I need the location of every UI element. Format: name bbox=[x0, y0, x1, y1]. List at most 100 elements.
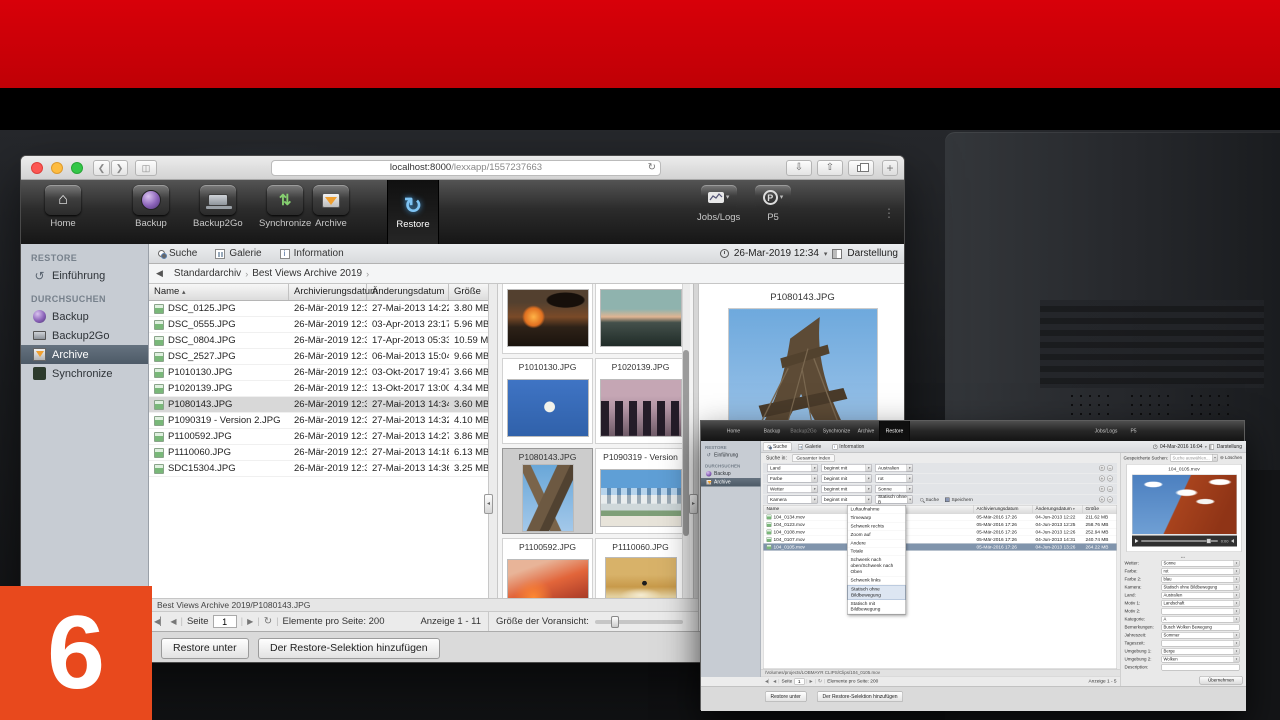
view-tab[interactable]: Galerie bbox=[206, 244, 270, 263]
metadata-input[interactable]: Berge ▾ bbox=[1162, 648, 1240, 655]
dropdown-option[interactable]: Schwenk rechts bbox=[848, 522, 906, 530]
add-criteria-button[interactable]: + bbox=[1099, 486, 1105, 492]
table-row[interactable]: P1100592.JPG 26-Mär-2019 12:34 27-Mai-20… bbox=[149, 429, 488, 445]
criteria-value-select[interactable]: Sonne▾ bbox=[875, 485, 913, 493]
view-tab[interactable]: Galerie bbox=[794, 443, 826, 452]
column-header-size[interactable]: Größe bbox=[449, 284, 488, 300]
sidebar-item[interactable]: Backup bbox=[21, 307, 148, 326]
search-scope-chip[interactable]: Gesamter Index bbox=[792, 454, 835, 462]
gallery-item[interactable]: P1080143.JPG bbox=[502, 448, 593, 534]
page-input[interactable] bbox=[213, 615, 237, 628]
add-to-restore-selection-button[interactable]: Der Restore-Selektion hinzufügen bbox=[258, 638, 440, 659]
sidebar-item-einfuehrung[interactable]: ↺ Einführung bbox=[21, 266, 148, 285]
tab-overview-button[interactable] bbox=[848, 160, 874, 176]
sidebar-toggle-button[interactable]: ◫ bbox=[135, 160, 157, 176]
column-header-modified[interactable]: Änderungsdatum ▾ bbox=[1033, 506, 1083, 514]
add-criteria-button[interactable]: + bbox=[1099, 497, 1105, 503]
column-header-size[interactable]: Größe bbox=[1083, 506, 1116, 514]
dropdown-option[interactable]: Statisch mit Bildbewegung bbox=[848, 600, 906, 614]
toolbar-item-restore-active[interactable]: ↻ Restore bbox=[387, 180, 439, 244]
gallery-scrollbar[interactable] bbox=[682, 284, 690, 598]
thumbnail-image[interactable] bbox=[507, 559, 589, 599]
gallery-item[interactable] bbox=[502, 284, 593, 354]
metadata-input[interactable]: Sommer ▾ bbox=[1162, 632, 1240, 639]
saved-search-select[interactable]: Suche auswählen... ▾ bbox=[1170, 454, 1218, 462]
remove-criteria-button[interactable]: − bbox=[1107, 465, 1113, 471]
thumbnail-image[interactable] bbox=[600, 379, 682, 437]
metadata-input[interactable]: ▾ bbox=[1162, 664, 1240, 671]
criteria-operator-select[interactable]: beginnt mit▾ bbox=[821, 475, 872, 483]
mini-toolbar-p5[interactable]: P5 bbox=[1125, 421, 1142, 441]
downloads-button[interactable]: ⇩ bbox=[786, 160, 812, 176]
metadata-input[interactable]: Landschaft ▾ bbox=[1162, 600, 1240, 607]
column-header-modified[interactable]: Änderungsdatum bbox=[367, 284, 449, 300]
dropdown-option[interactable]: Zoom auf bbox=[848, 531, 906, 539]
reload-icon[interactable]: ↻ bbox=[648, 161, 656, 175]
table-row[interactable]: P1110060.JPG 26-Mär-2019 12:34 27-Mai-20… bbox=[149, 445, 488, 461]
archive-date-selector[interactable]: 26-Mar-2019 12:34 bbox=[734, 248, 819, 259]
archive-date-selector[interactable]: 04-Mar-2016 16:04 bbox=[1160, 444, 1203, 450]
view-tab[interactable]: Information bbox=[828, 443, 869, 452]
speaker-icon[interactable] bbox=[1231, 539, 1234, 543]
remove-criteria-button[interactable]: − bbox=[1107, 476, 1113, 482]
mini-toolbar-backup2go[interactable]: Backup2Go bbox=[787, 421, 820, 441]
sidebar-item[interactable]: Archive bbox=[701, 478, 761, 487]
apply-button[interactable]: Übernehmen bbox=[1200, 676, 1243, 685]
mini-toolbar-synchronize[interactable]: Synchronize bbox=[820, 421, 853, 441]
zoom-window-button[interactable] bbox=[71, 162, 83, 174]
breadcrumb-root[interactable]: Standardarchiv bbox=[170, 268, 245, 279]
dropdown-option[interactable]: Schwenk nach oben/Schwenk nach Oben bbox=[848, 556, 906, 576]
view-tab[interactable]: Information bbox=[271, 244, 353, 263]
metadata-input[interactable]: Sonne ▾ bbox=[1162, 560, 1240, 567]
next-page-button[interactable]: ▶ bbox=[810, 679, 813, 684]
close-window-button[interactable] bbox=[31, 162, 43, 174]
remove-criteria-button[interactable]: − bbox=[1107, 497, 1113, 503]
sidebar-item[interactable]: Synchronize bbox=[21, 364, 148, 383]
thumbnail-image[interactable] bbox=[522, 464, 574, 532]
mini-toolbar-backup[interactable]: Backup bbox=[757, 421, 787, 441]
add-to-restore-selection-button[interactable]: Der Restore-Selektion hinzufügen bbox=[817, 692, 903, 703]
metadata-input[interactable]: A ▾ bbox=[1162, 616, 1240, 623]
first-page-button[interactable]: ◀▏ bbox=[154, 617, 166, 626]
refresh-icon[interactable]: ↻ bbox=[818, 679, 822, 685]
criteria-value-select[interactable]: Australien▾ bbox=[875, 464, 913, 472]
darstellung-button[interactable]: Darstellung bbox=[847, 248, 898, 259]
criteria-operator-select[interactable]: beginnt mit▾ bbox=[821, 496, 872, 504]
next-page-button[interactable]: ▶ bbox=[247, 617, 253, 626]
table-row[interactable]: 104_0123.mov 05-Mär-2016 17:26 04-Jun-20… bbox=[764, 521, 1117, 529]
toolbar-item-jobs-logs[interactable]: ▾ Jobs/Logs bbox=[697, 185, 740, 223]
metadata-input[interactable]: Australien ▾ bbox=[1162, 592, 1240, 599]
table-row[interactable]: 104_0134.mov 05-Mär-2016 17:26 04-Jun-20… bbox=[764, 514, 1117, 522]
dropdown-option[interactable]: Statisch ohne Bildbewegung bbox=[848, 585, 906, 600]
criteria-operator-select[interactable]: beginnt mit▾ bbox=[821, 464, 872, 472]
toolbar-item-home[interactable]: ⌂ Home bbox=[45, 185, 81, 229]
table-scrollbar[interactable] bbox=[488, 284, 498, 598]
table-row[interactable]: DSC_0125.JPG 26-Mär-2019 12:34 27-Mai-20… bbox=[149, 301, 488, 317]
criteria-operator-select[interactable]: beginnt mit▾ bbox=[821, 485, 872, 493]
table-row[interactable]: 104_0107.mov 05-Mär-2016 17:26 04-Jun-20… bbox=[764, 536, 1117, 544]
thumbnail-image[interactable] bbox=[605, 557, 677, 599]
play-icon[interactable] bbox=[1135, 539, 1139, 543]
column-header-name[interactable]: Name ▴ bbox=[149, 284, 289, 300]
metadata-input[interactable]: ▾ bbox=[1162, 640, 1240, 647]
video-scrubber[interactable] bbox=[1141, 540, 1218, 542]
slider-thumb[interactable] bbox=[611, 616, 619, 628]
thumbnail-image[interactable] bbox=[507, 289, 589, 347]
mini-toolbar-restore-active[interactable]: Restore bbox=[879, 421, 910, 441]
gallery-item[interactable]: P1010130.JPG bbox=[502, 358, 593, 444]
metadata-input[interactable]: Wolken ▾ bbox=[1162, 656, 1240, 663]
search-button[interactable]: Suche bbox=[920, 497, 939, 503]
table-row[interactable]: 104_0105.mov 05-Mär-2016 17:26 04-Jun-20… bbox=[764, 544, 1117, 552]
save-search-button[interactable]: Speichern bbox=[945, 497, 973, 503]
metadata-input[interactable]: ▾ bbox=[1162, 608, 1240, 615]
table-row[interactable]: P1010130.JPG 26-Mär-2019 12:34 03-Okt-20… bbox=[149, 365, 488, 381]
mini-toolbar-home[interactable]: Home bbox=[716, 421, 751, 441]
column-header-archived[interactable]: Archivierungsdatum bbox=[289, 284, 367, 300]
table-row[interactable]: P1080143.JPG 26-Mär-2019 12:34 27-Mai-20… bbox=[149, 397, 488, 413]
new-tab-button[interactable]: + bbox=[882, 160, 898, 176]
table-row[interactable]: P1090319 - Version 2.JPG 26-Mär-2019 12:… bbox=[149, 413, 488, 429]
metadata-input[interactable]: Busch Wolken Bewegung ▾ bbox=[1162, 624, 1240, 631]
thumbnail-image[interactable] bbox=[600, 469, 682, 527]
browser-forward-button[interactable]: ❯ bbox=[111, 160, 128, 176]
sidebar-item[interactable]: Backup2Go bbox=[21, 326, 148, 345]
